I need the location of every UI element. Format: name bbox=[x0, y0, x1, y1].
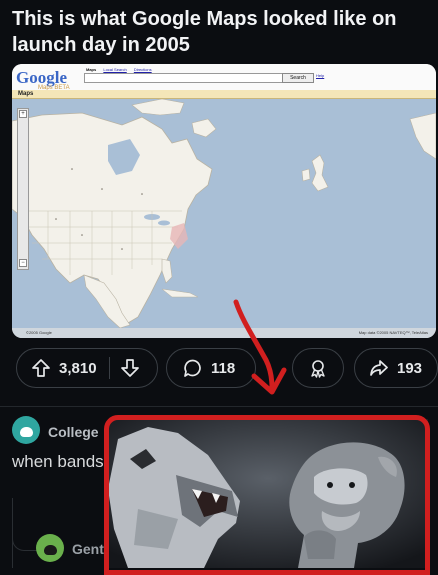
google-maps-search-button: Search bbox=[282, 73, 314, 83]
link-maps: Maps bbox=[86, 67, 97, 72]
google-maps-footer: ©2005 Google Map data ©2005 NAVTEQ™, Tel… bbox=[12, 328, 436, 338]
section-divider bbox=[0, 406, 438, 407]
share-arrow-icon bbox=[369, 358, 389, 378]
link-directions: Directions bbox=[133, 67, 152, 72]
vote-score: 3,810 bbox=[59, 359, 97, 377]
thread-connector bbox=[12, 520, 37, 551]
share-button[interactable]: 193 bbox=[354, 348, 438, 388]
award-button[interactable] bbox=[292, 348, 344, 388]
comment-text: when bands bbox=[12, 452, 104, 471]
north-america-map bbox=[12, 99, 436, 328]
map-zoom-control: + − bbox=[17, 108, 29, 270]
comment-bubble-icon bbox=[183, 358, 203, 378]
google-maps-search-box bbox=[84, 73, 296, 83]
post-image-google-maps-2005[interactable]: Google Maps BETA Maps Local Search Direct… bbox=[12, 64, 436, 338]
comment-username[interactable]: College bbox=[48, 424, 99, 440]
google-logo: Google Maps BETA bbox=[16, 68, 70, 91]
avatar[interactable] bbox=[12, 416, 40, 444]
zoom-out-icon: − bbox=[19, 259, 27, 267]
google-maps-help-link: Help bbox=[316, 73, 325, 78]
zoom-in-icon: + bbox=[19, 110, 27, 118]
award-icon bbox=[308, 358, 328, 378]
link-local-search: Local Search bbox=[103, 67, 127, 72]
arrow-down-icon[interactable] bbox=[120, 358, 140, 378]
post-title: This is what Google Maps looked like on … bbox=[12, 8, 397, 56]
vote-control: 3,810 bbox=[16, 348, 158, 388]
meme-image-lion-vs-chimp[interactable] bbox=[108, 419, 428, 568]
comment-username[interactable]: Gent bbox=[72, 541, 104, 557]
avatar[interactable] bbox=[36, 534, 64, 562]
google-maps-header: Google Maps BETA Maps Local Search Direct… bbox=[12, 64, 436, 91]
shares-count: 193 bbox=[397, 359, 423, 377]
arrow-up-icon[interactable] bbox=[31, 358, 51, 378]
red-arrow-annotation bbox=[233, 299, 287, 395]
vote-divider bbox=[108, 357, 110, 379]
google-maps-title-bar: Maps bbox=[12, 90, 436, 99]
google-maps-links: Maps Local Search Directions bbox=[86, 67, 158, 72]
